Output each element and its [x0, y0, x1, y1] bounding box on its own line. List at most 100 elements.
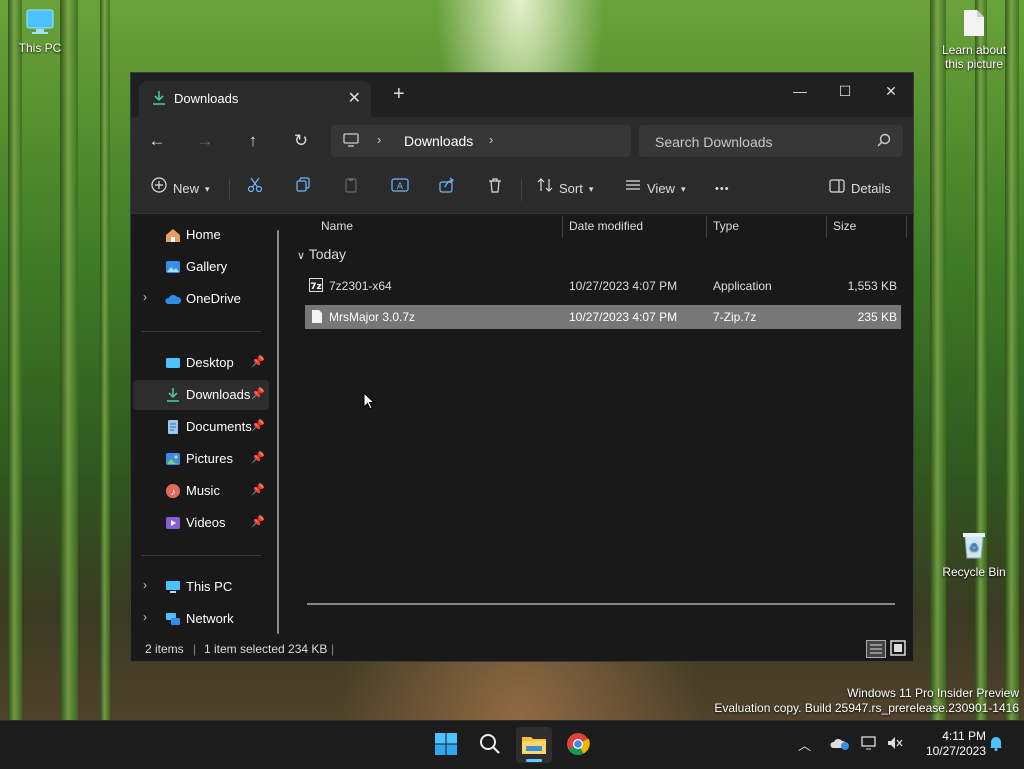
pin-icon: 📌: [251, 516, 265, 528]
close-window-button[interactable]: ✕: [868, 77, 914, 105]
search-icon[interactable]: [877, 133, 891, 150]
rename-button[interactable]: A: [391, 177, 409, 201]
download-icon: [165, 387, 181, 403]
up-button[interactable]: ↑: [241, 129, 265, 153]
group-header-today[interactable]: ∨ Today: [297, 246, 346, 262]
table-row[interactable]: 7z 7z2301-x64 10/27/2023 4:07 PM Applica…: [305, 274, 901, 298]
sidebar-item-music[interactable]: ♪ Music 📌: [133, 476, 269, 506]
search-button[interactable]: [472, 727, 508, 763]
more-options-button[interactable]: •••: [715, 177, 730, 201]
evaluation-watermark: Windows 11 Pro Insider Preview Evaluatio…: [714, 686, 1019, 715]
share-button[interactable]: [439, 177, 455, 201]
column-header-type[interactable]: Type: [713, 214, 739, 238]
chevron-right-icon[interactable]: ›: [377, 132, 381, 147]
chevron-right-icon[interactable]: ›: [143, 578, 147, 592]
onedrive-tray-icon[interactable]: [830, 735, 850, 754]
chevron-down-icon: ▾: [205, 184, 210, 194]
column-header-size[interactable]: Size: [833, 214, 856, 238]
sidebar-item-downloads[interactable]: Downloads 📌: [133, 380, 269, 410]
new-tab-button[interactable]: +: [393, 83, 405, 106]
refresh-button[interactable]: ↻: [289, 129, 313, 153]
file-explorer-taskbar-button[interactable]: [516, 727, 552, 763]
pin-icon: 📌: [251, 388, 265, 400]
paste-button[interactable]: [343, 177, 359, 201]
tiles-view-icon[interactable]: [890, 640, 906, 659]
chevron-right-icon[interactable]: ›: [489, 132, 493, 147]
horizontal-scrollbar[interactable]: [307, 603, 895, 605]
breadcrumb-downloads[interactable]: Downloads: [404, 133, 473, 149]
sort-label: Sort: [559, 181, 583, 196]
column-header-name[interactable]: Name: [321, 214, 353, 238]
forward-button[interactable]: →: [193, 129, 217, 153]
start-button[interactable]: [428, 727, 464, 763]
sidebar-item-videos[interactable]: Videos 📌: [133, 508, 269, 538]
file-list: Name Date modified Type Size ∨ Today 7z …: [289, 214, 913, 637]
details-label: Details: [851, 181, 891, 196]
command-bar: New ▾ A Sort ▾ View ▾ ••• Details: [131, 165, 913, 214]
desktop-folder-icon: [165, 355, 181, 371]
sort-button[interactable]: Sort ▾: [537, 177, 593, 201]
volume-muted-icon[interactable]: [886, 735, 904, 754]
show-hidden-icons-chevron-up-icon[interactable]: ︿: [798, 735, 811, 754]
delete-button[interactable]: [487, 177, 503, 201]
monitor-icon: [165, 579, 181, 595]
chrome-taskbar-button[interactable]: [560, 727, 596, 763]
sidebar-item-documents[interactable]: Documents 📌: [133, 412, 269, 442]
plus-circle-icon: [151, 177, 167, 201]
cut-button[interactable]: [247, 177, 263, 201]
sidebar-scrollbar[interactable]: [277, 230, 279, 634]
sidebar-item-home[interactable]: Home: [133, 220, 269, 250]
table-row[interactable]: MrsMajor 3.0.7z 10/27/2023 4:07 PM 7-Zip…: [305, 305, 901, 329]
column-header-date-modified[interactable]: Date modified: [569, 214, 643, 238]
tab-downloads[interactable]: Downloads ✕: [139, 81, 371, 117]
clock[interactable]: 4:11 PM 10/27/2023: [926, 729, 986, 759]
chevron-down-icon: ∨: [297, 250, 306, 262]
minimize-button[interactable]: —: [777, 77, 823, 105]
details-pane-button[interactable]: Details: [829, 177, 891, 201]
picture-icon: [165, 451, 181, 467]
chevron-right-icon[interactable]: ›: [143, 290, 147, 304]
desktop-icon-this-pc[interactable]: This PC: [2, 8, 78, 55]
sidebar-item-desktop[interactable]: Desktop 📌: [133, 348, 269, 378]
rename-icon: A: [391, 177, 409, 201]
desktop-icon-recycle-bin[interactable]: ♻ Recycle Bin: [936, 530, 1012, 579]
search-input[interactable]: [653, 131, 867, 153]
chrome-icon: [566, 732, 590, 759]
copy-button[interactable]: [295, 177, 311, 201]
status-separator: |: [331, 642, 335, 656]
clipboard-icon: [343, 177, 359, 201]
cloud-icon: [165, 291, 182, 307]
sidebar-item-gallery[interactable]: Gallery: [133, 252, 269, 282]
chevron-right-icon[interactable]: ›: [143, 610, 147, 624]
taskbar: ︿ 4:11 PM 10/27/2023: [0, 720, 1024, 769]
network-icon: [165, 611, 181, 627]
search-box: [639, 125, 903, 157]
sidebar-item-onedrive[interactable]: › OneDrive: [133, 284, 269, 314]
svg-text:A: A: [397, 182, 404, 192]
status-bar: 2 items | 1 item selected 234 KB |: [131, 637, 913, 661]
folder-icon: [521, 733, 547, 758]
monitor-icon: [2, 8, 78, 39]
file-icon: [936, 8, 1012, 41]
new-button[interactable]: New ▾: [151, 177, 210, 201]
details-view-icon[interactable]: [866, 640, 886, 661]
sidebar-item-network[interactable]: › Network: [133, 604, 269, 634]
video-icon: [165, 515, 181, 531]
back-button[interactable]: ←: [145, 129, 169, 153]
tab-title: Downloads: [174, 91, 239, 106]
notification-bell-icon[interactable]: [988, 735, 1004, 754]
address-bar[interactable]: › Downloads ›: [331, 125, 631, 157]
sidebar-item-this-pc[interactable]: › This PC: [133, 572, 269, 602]
maximize-button[interactable]: ☐: [822, 77, 868, 105]
chevron-down-icon: ▾: [680, 184, 686, 194]
close-tab-icon[interactable]: ✕: [348, 88, 361, 108]
svg-text:♪: ♪: [171, 487, 176, 498]
view-button[interactable]: View ▾: [625, 177, 685, 201]
desktop-icon-learn-about-picture[interactable]: Learn about this picture: [936, 8, 1012, 71]
sidebar-item-pictures[interactable]: Pictures 📌: [133, 444, 269, 474]
monitor-icon: [343, 133, 359, 150]
selection-info: 1 item selected 234 KB: [204, 642, 328, 656]
new-label: New: [173, 181, 200, 196]
network-tray-icon[interactable]: [860, 735, 878, 754]
desktop-icon-label: Learn about this picture: [941, 43, 1007, 71]
